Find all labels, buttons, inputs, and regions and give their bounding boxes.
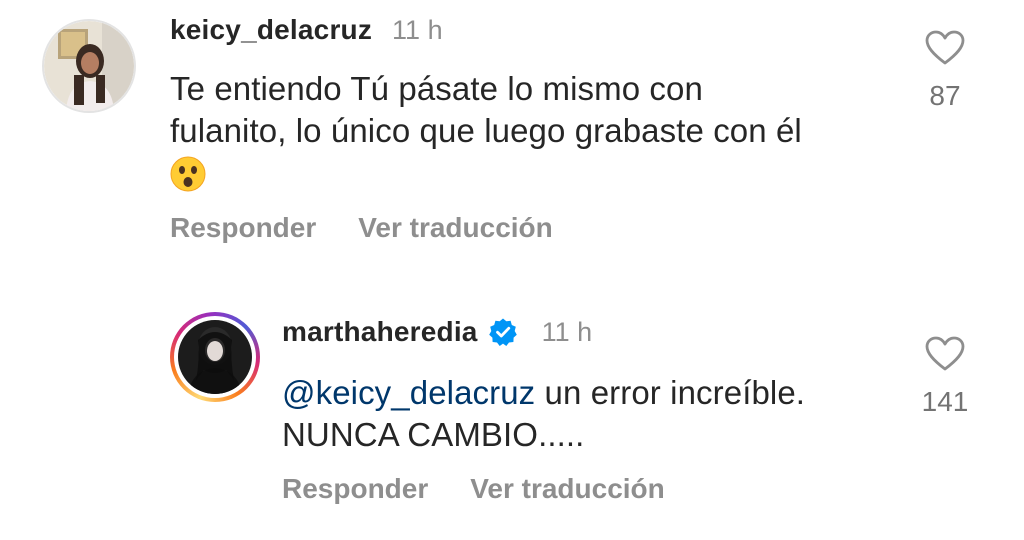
comments-thread: keicy_delacruz 11 h Te entiendo Tú pásat… [0,0,1024,540]
comment-text-line: fulanito, lo único que luego grabaste co… [170,112,802,149]
like-control: 87 [905,30,985,112]
avatar-photo [178,320,252,394]
avatar[interactable] [42,19,136,113]
reply-button[interactable]: Responder [282,473,428,505]
comment-text-line: Te entiendo Tú pásate lo mismo con [170,70,703,107]
avatar-ring-inner [174,316,256,398]
comment-text: Te entiendo Tú pásate lo mismo con fulan… [170,68,890,198]
timestamp: 11 h [392,14,443,45]
reply-text: @keicy_delacruz un error increíble. NUNC… [282,372,902,456]
comment-actions: Responder Ver traducción [170,212,595,244]
verified-badge-icon [488,318,517,346]
reply-text-line: @keicy_delacruz un error increíble. [282,372,902,414]
username[interactable]: marthaheredia [282,316,478,348]
reply-actions: Responder Ver traducción [282,473,707,505]
reply-text-rest: un error increíble. [535,374,806,411]
heart-icon[interactable] [925,336,965,372]
like-count: 141 [921,386,969,417]
timestamp: 11 h [541,316,593,347]
reply-header: marthaheredia 11 h [282,316,592,348]
see-translation-button[interactable]: Ver traducción [470,473,665,505]
comment-header: keicy_delacruz 11 h [170,14,443,46]
username[interactable]: keicy_delacruz [170,14,372,46]
mention-link[interactable]: @keicy_delacruz [282,374,535,411]
see-translation-button[interactable]: Ver traducción [358,212,553,244]
reply-text-line: NUNCA CAMBIO..... [282,416,585,453]
avatar-photo-icon [178,320,252,394]
avatar-photo-icon [44,21,134,111]
heart-icon[interactable] [925,30,965,66]
astonished-face-emoji-icon [170,156,206,192]
avatar[interactable] [170,312,260,402]
like-count: 87 [929,80,961,111]
reply-button[interactable]: Responder [170,212,316,244]
comment-emoji-line [170,152,890,198]
like-control: 141 [905,336,985,418]
